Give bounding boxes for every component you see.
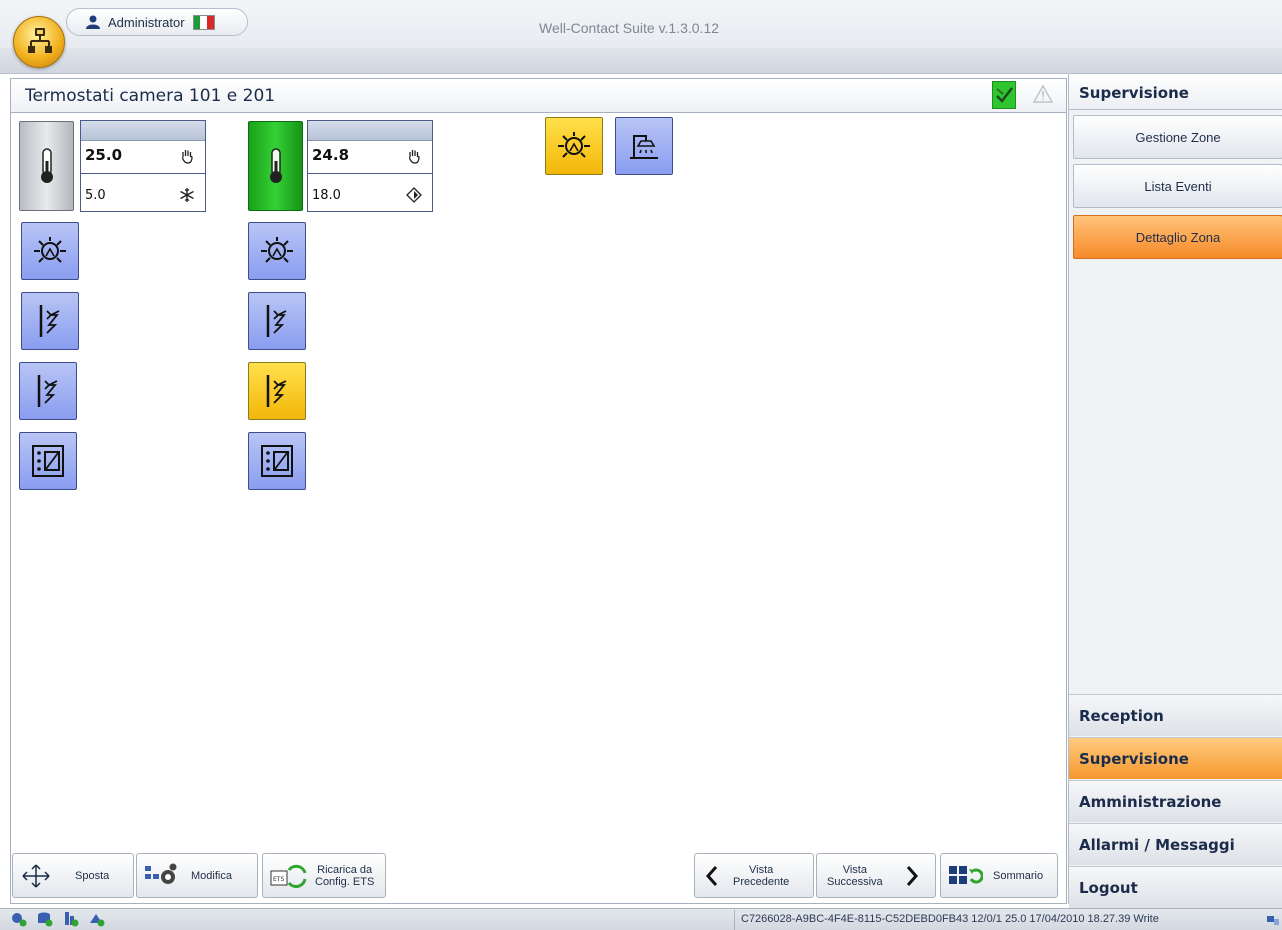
sensor-status-icon[interactable] — [10, 911, 28, 930]
next-view-button[interactable]: Vista Successiva — [816, 853, 936, 898]
summary-label: Sommario — [993, 869, 1044, 882]
thermostat-2-panel[interactable]: 24.8 18.0 — [307, 120, 433, 212]
shower-button[interactable] — [615, 117, 673, 175]
window-sensor-button-2[interactable] — [248, 432, 306, 490]
zone-header: Termostati camera 101 e 201 — [11, 79, 1066, 113]
nav-item-dettaglio-zona[interactable]: Dettaglio Zona — [1073, 215, 1282, 259]
nav-section-title: Supervisione — [1069, 74, 1282, 110]
light-button-1[interactable] — [21, 222, 79, 280]
edit-label: Modifica — [191, 869, 232, 882]
move-button[interactable]: Sposta — [12, 853, 134, 898]
contact-icon — [266, 305, 287, 337]
connection-icon — [1266, 912, 1280, 930]
contact-icon — [37, 375, 58, 407]
light-icon — [261, 237, 293, 263]
door-contact-button-1[interactable] — [21, 292, 79, 350]
diamond-icon — [406, 187, 422, 207]
door-contact-button-4[interactable] — [248, 362, 306, 420]
chevron-left-icon — [705, 865, 719, 887]
contact-icon — [39, 305, 60, 337]
user-icon — [85, 15, 101, 29]
next-label-2: Successiva — [827, 875, 883, 888]
warning-icon[interactable] — [1032, 84, 1054, 107]
zone-title: Termostati camera 101 e 201 — [25, 86, 276, 106]
connection-ok-icon[interactable] — [992, 81, 1016, 109]
next-label-1: Vista — [842, 863, 867, 876]
window-sensor-icon — [32, 445, 64, 477]
door-contact-button-2[interactable] — [19, 362, 77, 420]
reload-ets-button[interactable]: ETS Ricarica da Config. ETS — [262, 853, 386, 898]
chevron-right-icon — [905, 865, 919, 887]
user-name: Administrator — [108, 14, 185, 30]
status-message: C7266028-A9BC-4F4E-8115-C52DEBD0FB43 12/… — [734, 910, 1254, 930]
edit-button[interactable]: Modifica — [136, 853, 258, 898]
hand-icon — [179, 148, 195, 168]
category-amministrazione[interactable]: Amministrazione — [1069, 780, 1282, 822]
network-icon — [28, 28, 52, 53]
database-status-icon[interactable] — [36, 911, 54, 930]
thermostat-1-button[interactable] — [19, 121, 74, 211]
thermostat-1-measured: 5.0 — [85, 188, 106, 203]
nav-item-gestione-zone[interactable]: Gestione Zone — [1073, 115, 1282, 159]
reload-label-1: Ricarica da — [317, 863, 373, 876]
contact-icon — [266, 375, 287, 407]
thermostat-2-setpoint: 24.8 — [312, 146, 350, 164]
move-label: Sposta — [75, 869, 110, 882]
move-arrows-icon — [21, 861, 51, 891]
light-icon — [34, 237, 66, 263]
previous-view-button[interactable]: Vista Precedente — [694, 853, 814, 898]
gear-icon — [143, 862, 179, 890]
light-toggle-button[interactable] — [545, 117, 603, 175]
thermostat-2-button[interactable] — [248, 121, 303, 211]
network-status-icon[interactable] — [88, 911, 106, 930]
light-button-2[interactable] — [248, 222, 306, 280]
window-sensor-icon — [261, 445, 293, 477]
device-status-icon[interactable] — [62, 911, 80, 930]
thermostat-1-setpoint: 25.0 — [85, 146, 123, 164]
status-bar: C7266028-A9BC-4F4E-8115-C52DEBD0FB43 12/… — [0, 908, 1282, 930]
hand-icon — [406, 148, 422, 168]
shower-icon — [630, 135, 658, 159]
right-navigation: Supervisione Gestione Zone Lista Eventi … — [1068, 74, 1282, 908]
zone-detail-panel: Termostati camera 101 e 201 25.0 5.0 24.… — [10, 78, 1067, 904]
app-menu-button[interactable] — [13, 16, 65, 68]
svg-text:ETS: ETS — [273, 876, 284, 883]
user-indicator[interactable]: Administrator — [66, 8, 248, 36]
reload-ets-icon: ETS — [269, 861, 309, 891]
prev-label-2: Precedente — [733, 875, 790, 888]
category-supervisione[interactable]: Supervisione — [1069, 737, 1282, 779]
thermostat-1-panel[interactable]: 25.0 5.0 — [80, 120, 206, 212]
nav-item-lista-eventi[interactable]: Lista Eventi — [1073, 164, 1282, 208]
title-bar: Administrator Well-Contact Suite v.1.3.0… — [0, 0, 1282, 74]
prev-label-1: Vista — [749, 863, 774, 876]
thermometer-icon — [269, 148, 282, 183]
reload-label-2: Config. ETS — [315, 875, 375, 888]
sub-bar — [0, 48, 1282, 74]
snowflake-icon — [179, 187, 195, 207]
category-logout[interactable]: Logout — [1069, 866, 1282, 908]
light-icon — [558, 132, 590, 158]
italian-flag-icon[interactable] — [192, 14, 215, 30]
category-reception[interactable]: Reception — [1069, 694, 1282, 736]
thermostat-2-measured: 18.0 — [312, 188, 341, 203]
app-title: Well-Contact Suite v.1.3.0.12 — [539, 20, 720, 36]
category-allarmi-messaggi[interactable]: Allarmi / Messaggi — [1069, 823, 1282, 865]
thermometer-icon — [40, 148, 53, 183]
window-sensor-button-1[interactable] — [19, 432, 77, 490]
summary-button[interactable]: Sommario — [940, 853, 1058, 898]
summary-icon — [947, 863, 983, 889]
door-contact-button-3[interactable] — [248, 292, 306, 350]
